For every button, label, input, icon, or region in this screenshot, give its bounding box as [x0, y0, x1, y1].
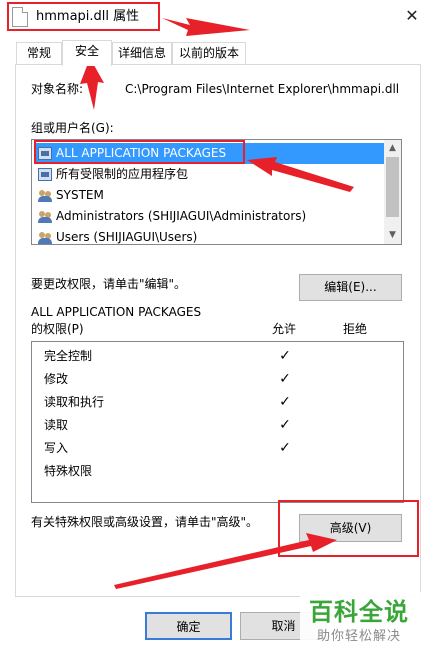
watermark-logo: 百科全说 — [309, 598, 409, 626]
arrow-to-list-item-icon — [247, 157, 354, 192]
annotation-arrows — [80, 18, 354, 589]
watermark-tagline: 助你轻松解决 — [317, 629, 402, 644]
arrow-to-advanced-icon — [114, 533, 337, 589]
arrow-to-title-icon — [162, 18, 250, 36]
tab-security[interactable]: 安全 — [62, 40, 112, 66]
